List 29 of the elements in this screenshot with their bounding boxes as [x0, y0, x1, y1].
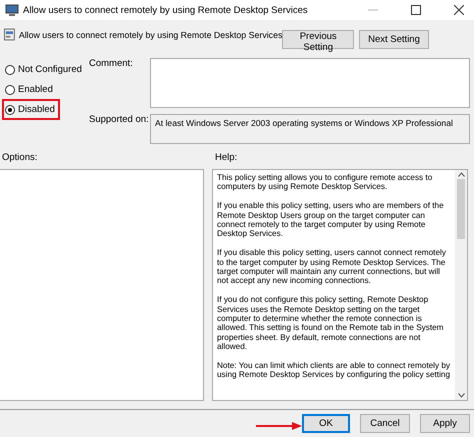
scroll-down-icon[interactable] — [458, 393, 464, 398]
scroll-up-icon[interactable] — [458, 172, 464, 177]
radio-button[interactable] — [5, 84, 15, 94]
window-title: Allow users to connect remotely by using Remote Desktop Services — [23, 4, 309, 16]
policy-icon — [4, 28, 15, 41]
help-label: Help: — [215, 152, 238, 163]
highlight-frame — [2, 99, 60, 120]
setting-name: Allow users to connect remotely by using Remote Desktop Services — [18, 30, 282, 40]
radio-button[interactable] — [5, 64, 15, 74]
radio-label[interactable]: Disabled — [18, 104, 55, 115]
setting-nav-button[interactable]: Next Setting — [359, 30, 429, 49]
comment-label: Comment: — [89, 58, 134, 71]
radio-button[interactable] — [5, 104, 15, 114]
maximize-icon[interactable] — [411, 5, 421, 15]
close-icon[interactable] — [454, 5, 464, 15]
dialog-button[interactable]: Apply — [420, 414, 470, 433]
options-label: Options: — [2, 152, 38, 163]
help-text: This policy setting allows you to configure remote access to computers by using Remote Desktop Services. If you enable this policy setting, users who are members of the Remote Desktop Users group on the target computer can connect remotely to the target computer by using Remote Desktop Services. If you disable this policy setting, users cannot connect remotely to the target computer by using Remote Desktop Services. The target computer will maintain any current connections, but will not accept any new incoming connections. If you do not configure this policy setting, Remote Desktop Services uses the Remote Desktop setting on the target computer to determine whether the remote connection is allowed. This setting is found on the Remote tab in the System properties sheet. By default, remote connections are not allowed. Note: You can limit which clients are able to connect remotely by using Remote Desktop Services by configuring the policy setting — [216, 172, 452, 382]
supported-on-label: Supported on: — [89, 114, 150, 127]
radio-label[interactable]: Enabled — [18, 84, 53, 95]
dialog-button[interactable]: OK — [302, 414, 350, 433]
dialog-button[interactable]: Cancel — [360, 414, 410, 433]
computer-icon — [5, 4, 19, 16]
scroll-thumb[interactable] — [457, 179, 465, 239]
arrow-icon — [256, 422, 302, 430]
radio-label[interactable]: Not Configured — [18, 64, 82, 75]
comment-field[interactable] — [150, 58, 470, 108]
supported-on-field: At least Windows Server 2003 operating systems or Windows XP Professional — [150, 114, 470, 144]
scrollbar[interactable] — [455, 170, 467, 400]
